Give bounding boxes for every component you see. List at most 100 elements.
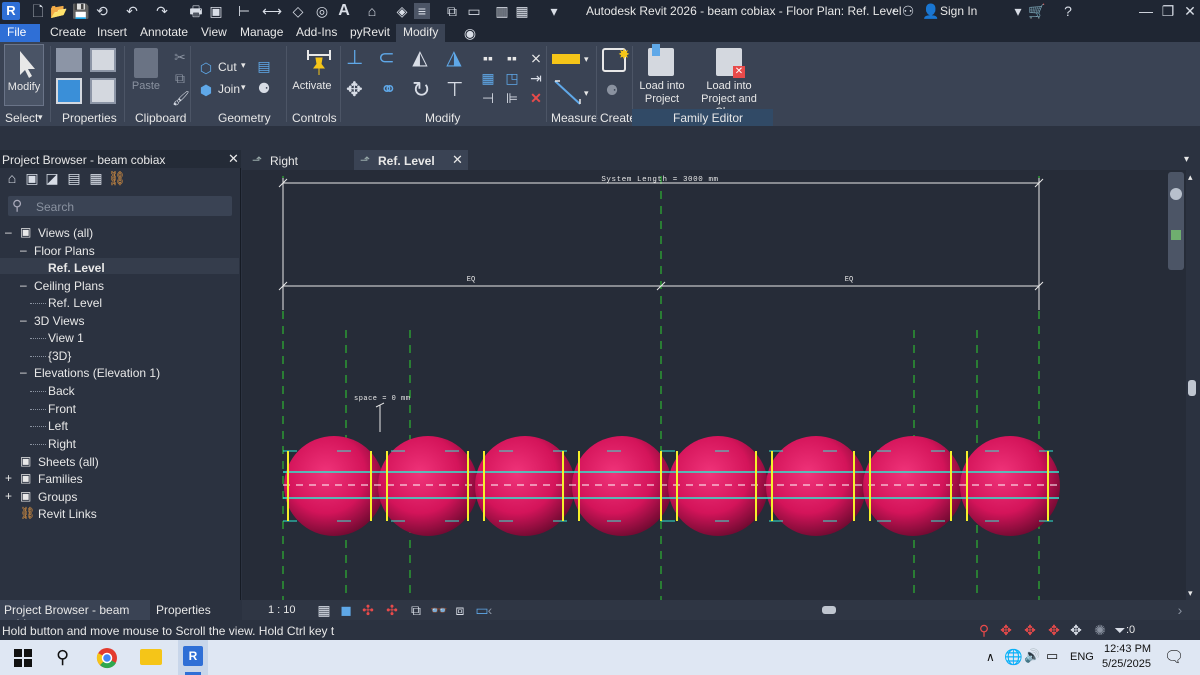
copy-icon[interactable]: ⧉ <box>172 70 188 86</box>
select-underlay-icon[interactable]: ✥ <box>998 622 1014 638</box>
user-icon[interactable]: 👤 <box>922 3 939 19</box>
close-icon[interactable]: ✕ <box>1182 3 1198 19</box>
battery-icon[interactable]: ▭ <box>1046 648 1058 664</box>
drag-elements-icon[interactable]: ✥ <box>1068 622 1084 638</box>
split-face-icon[interactable]: ⚈ <box>256 80 272 96</box>
select-links-icon[interactable]: ⚲ <box>976 622 992 638</box>
browser-tree-item[interactable]: Elevations (Elevation 1) <box>34 366 160 380</box>
tab-ref-level-view[interactable]: ⬏ Ref. Level ✕ <box>354 150 468 170</box>
browser-tree-item[interactable]: Revit Links <box>38 507 97 521</box>
wall-joins-icon[interactable]: ▤ <box>256 58 272 74</box>
aligned-dimension-icon[interactable] <box>552 78 584 106</box>
tabs-dropdown-icon[interactable]: ▾ <box>1184 154 1189 165</box>
redo-icon[interactable]: ↷ <box>154 3 170 19</box>
scroll-down-icon[interactable]: ▾ <box>1188 588 1193 599</box>
delete-icon[interactable]: ✕ <box>528 90 544 106</box>
measure-dropdown-icon[interactable]: ▾ <box>584 54 589 65</box>
clock-date[interactable]: 5/25/2025 <box>1102 658 1151 670</box>
scroll-right-icon[interactable]: › <box>1172 602 1188 618</box>
tab-annotate[interactable]: Annotate <box>133 24 195 42</box>
cut-geometry-icon[interactable]: ⬡ <box>198 60 214 76</box>
browser-expand-icon[interactable]: ▣ <box>24 170 40 186</box>
tab-add-ins[interactable]: Add-Ins <box>289 24 344 42</box>
mirror-draw-icon[interactable]: ◮ <box>446 48 462 68</box>
binoculars-icon[interactable]: ⚇ <box>900 3 916 19</box>
browser-tree-item[interactable]: Ceiling Plans <box>34 279 104 293</box>
panel-toggle-icon[interactable]: ◉ <box>462 25 478 41</box>
sun-path-icon[interactable]: ✣ <box>360 602 376 618</box>
match-properties-icon[interactable]: 🖌 <box>172 90 190 106</box>
join-geometry-icon[interactable]: ⬢ <box>198 82 214 98</box>
browser-tree-item[interactable]: Families <box>38 472 83 486</box>
revit-taskbar-button[interactable]: R <box>178 640 208 675</box>
pdf-icon[interactable]: ▣ <box>208 3 224 19</box>
sign-in-link[interactable]: Sign In <box>940 4 977 18</box>
tab-view[interactable]: View <box>194 24 234 42</box>
vertical-scroll-thumb[interactable] <box>1188 380 1196 396</box>
join-dropdown-icon[interactable]: ▾ <box>241 82 246 93</box>
create-similar-icon[interactable]: ⚈ <box>604 82 620 98</box>
user-interface-icon[interactable]: ▦ <box>514 3 530 19</box>
collapse-minus-icon[interactable]: – <box>5 225 12 239</box>
project-browser-close-icon[interactable]: ✕ <box>228 151 239 167</box>
customize-qat-icon[interactable]: ▾ <box>546 3 562 19</box>
switch-windows-icon[interactable]: ▭ <box>466 3 482 19</box>
close-hidden-icon[interactable]: ⧉ <box>444 3 460 19</box>
pin-unpin-icon[interactable]: ⨯ <box>528 50 544 66</box>
language-indicator[interactable]: ENG <box>1070 651 1094 663</box>
expand-plus-icon[interactable]: + <box>5 489 12 503</box>
collapse-minus-icon[interactable]: – <box>20 365 27 379</box>
open-folder-icon[interactable]: 📂 <box>50 3 67 19</box>
browser-tree-item[interactable]: Sheets (all) <box>38 455 99 469</box>
cut-label[interactable]: Cut <box>218 60 237 74</box>
horizontal-scroll-thumb[interactable] <box>822 606 836 614</box>
activate-label[interactable]: Activate <box>290 80 334 92</box>
dropdown-icon[interactable]: ▾ <box>1010 3 1026 19</box>
zoom-region-icon[interactable] <box>1171 230 1181 240</box>
trim-icon[interactable]: ⊤ <box>446 80 463 100</box>
tab-project-browser[interactable]: Project Browser - beam cobiax <box>0 600 150 631</box>
browser-tree-item[interactable]: Left <box>48 419 68 433</box>
browser-collapse-icon[interactable]: ◪ <box>44 170 60 186</box>
activate-pin-icon[interactable] <box>304 46 334 76</box>
browser-tree-item[interactable]: Front <box>48 402 76 416</box>
join-label[interactable]: Join <box>218 82 240 96</box>
volume-icon[interactable]: 🔊 <box>1024 648 1040 664</box>
browser-view-icon[interactable]: ▦ <box>88 170 104 186</box>
section-icon[interactable]: ◈ <box>394 3 410 19</box>
rotate-icon[interactable]: ↻ <box>412 79 430 101</box>
browser-tree-item[interactable]: Floor Plans <box>34 244 95 258</box>
windows-start-icon[interactable] <box>14 649 32 667</box>
trim-extend-multiple-icon[interactable]: ⊫ <box>504 90 520 106</box>
vertical-scroll-track[interactable]: ▴ ▾ <box>1186 170 1200 600</box>
globe-icon[interactable]: 🌐 <box>1004 648 1023 666</box>
browser-tree-item[interactable]: 3D Views <box>34 314 84 328</box>
thin-lines-icon[interactable]: ≡ <box>414 3 430 19</box>
cut-dropdown-icon[interactable]: ▾ <box>241 60 246 71</box>
search-taskbar-icon[interactable]: ⚲ <box>56 647 69 668</box>
select-dropdown-icon[interactable]: ▾ <box>38 112 43 123</box>
browser-tree-item[interactable]: Back <box>48 384 75 398</box>
tab-manage[interactable]: Manage <box>233 24 290 42</box>
view-scale[interactable]: 1 : 10 <box>268 604 296 616</box>
tile-views-icon[interactable]: ▥ <box>494 3 510 19</box>
tab-right-view[interactable]: ⬏ Right <box>246 150 352 170</box>
expand-plus-icon[interactable]: + <box>5 471 12 485</box>
revit-logo-icon[interactable]: R <box>2 2 20 20</box>
mirror-axis-icon[interactable]: ◭ <box>412 48 428 68</box>
array-icon[interactable]: ▦ <box>480 70 496 86</box>
shadows-icon[interactable]: ✣ <box>384 602 400 618</box>
tag-icon[interactable]: ◇ <box>290 3 306 19</box>
panel-select-label[interactable]: Select <box>5 111 38 125</box>
browser-tree-item[interactable]: {3D} <box>48 349 71 363</box>
measure-tape-icon[interactable] <box>552 54 580 64</box>
offset-icon[interactable]: ⊂ <box>378 48 395 68</box>
browser-tree-item[interactable]: Ref. Level <box>48 261 105 275</box>
collapse-minus-icon[interactable]: – <box>20 243 27 257</box>
align-icon[interactable]: ⊥ <box>346 48 363 68</box>
load-into-project-label[interactable]: Load into Project <box>634 80 690 106</box>
scroll-left-icon[interactable]: ‹ <box>482 602 498 618</box>
save-icon[interactable]: 💾 <box>72 3 89 19</box>
background-process-icon[interactable]: ✺ <box>1092 622 1108 638</box>
tag-all-icon[interactable]: ◎ <box>314 3 330 19</box>
